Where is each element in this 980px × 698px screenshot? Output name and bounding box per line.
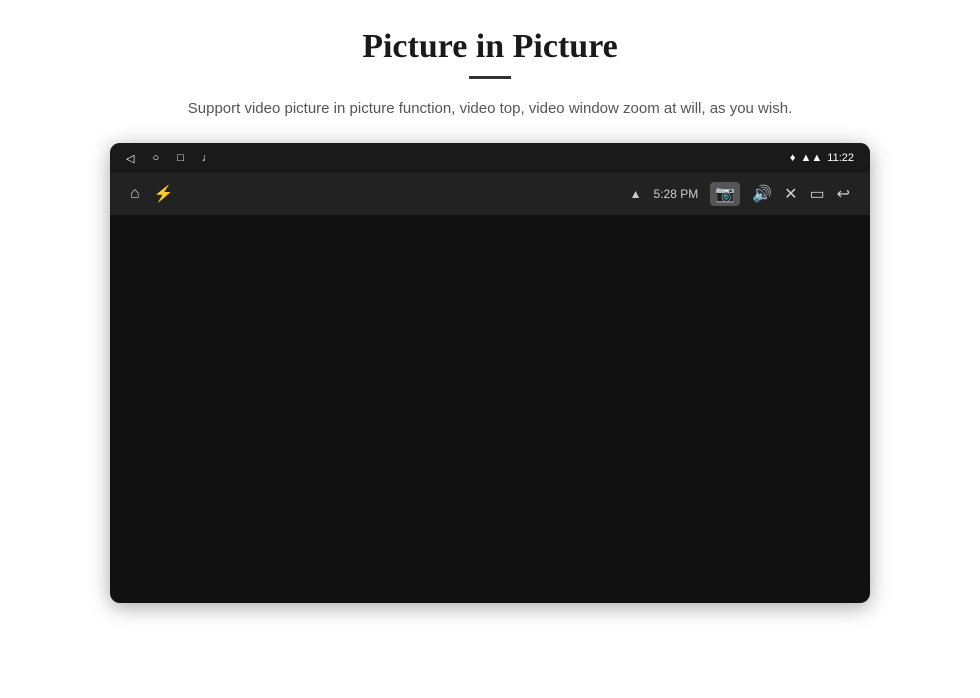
title-divider	[469, 76, 511, 79]
wifi-icon: ▲▲	[801, 152, 823, 164]
music-icon: ♩	[202, 152, 213, 164]
home-icon[interactable]: ○	[152, 152, 159, 164]
nav-bar: ⌂ ⚡ ▲ 5:28 PM 📷 🔊 ✕ ▭ ↩	[110, 173, 870, 215]
status-bar-right: ♦ ▲▲ 11:22	[790, 152, 854, 164]
back-icon[interactable]: ◁	[126, 152, 134, 165]
status-time: 11:22	[827, 152, 854, 164]
device-frame: ◁ ○ □ ♩ ♦ ▲▲ 11:22 ⌂ ⚡ ▲ 5:28 PM 📷 🔊	[110, 143, 870, 603]
home-nav-icon[interactable]: ⌂	[130, 185, 140, 203]
window-icon[interactable]: ▭	[809, 184, 824, 204]
wifi-nav-icon: ▲	[630, 187, 642, 201]
page-title: Picture in Picture	[362, 28, 618, 66]
page-wrapper: Picture in Picture Support video picture…	[0, 0, 980, 698]
back-nav-icon[interactable]: ↩	[837, 184, 850, 204]
nav-bar-left: ⌂ ⚡	[130, 184, 174, 204]
nav-time: 5:28 PM	[654, 187, 699, 201]
status-bar-left: ◁ ○ □ ♩	[126, 152, 213, 165]
volume-icon[interactable]: 🔊	[752, 184, 772, 204]
recent-icon[interactable]: □	[177, 152, 184, 164]
usb-icon: ⚡	[154, 184, 174, 204]
nav-bar-right: ▲ 5:28 PM 📷 🔊 ✕ ▭ ↩	[630, 182, 850, 206]
status-bar: ◁ ○ □ ♩ ♦ ▲▲ 11:22	[110, 143, 870, 173]
location-icon: ♦	[790, 152, 796, 164]
page-subtitle: Support video picture in picture functio…	[188, 97, 792, 121]
close-nav-icon[interactable]: ✕	[784, 184, 797, 204]
camera-icon[interactable]: 📷	[710, 182, 740, 206]
